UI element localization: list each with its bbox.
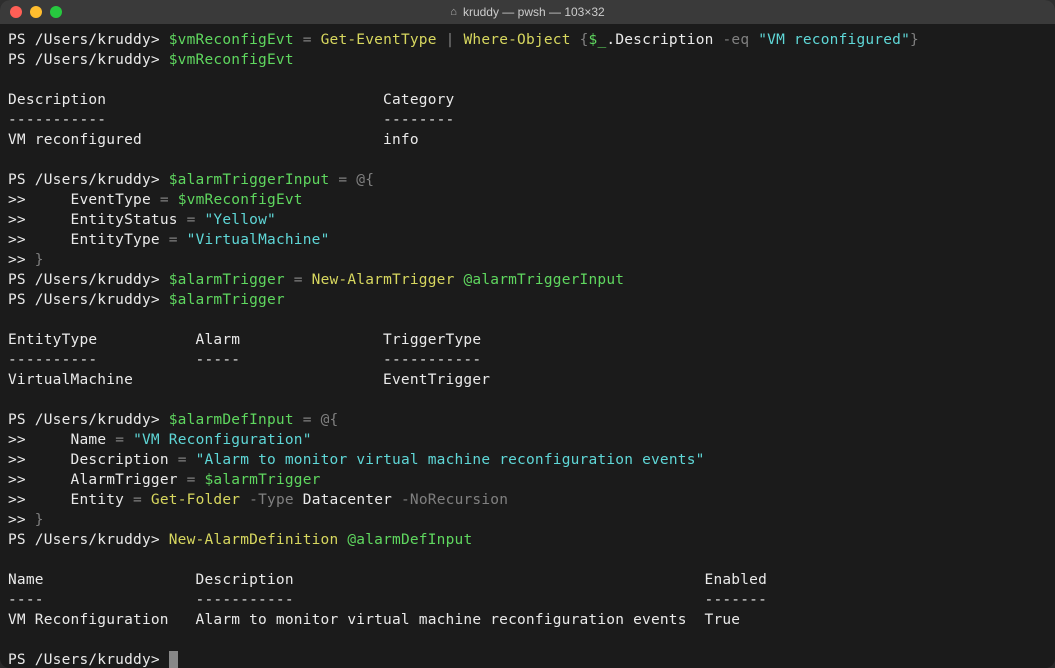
string: "VM reconfigured" <box>758 32 910 48</box>
variable: $alarmTrigger <box>205 472 321 488</box>
cmdlet: Where-Object <box>463 32 570 48</box>
prompt: PS /Users/kruddy> <box>8 652 169 668</box>
brace: { <box>571 32 589 48</box>
continuation: >> <box>8 432 26 448</box>
operator: -eq <box>722 32 749 48</box>
variable: $alarmTrigger <box>169 292 285 308</box>
hashtable-open: @{ <box>356 172 374 188</box>
hashtable-close: } <box>26 512 44 528</box>
titlebar: ⌂ kruddy — pwsh — 103×32 <box>0 0 1055 24</box>
splat: @alarmDefInput <box>347 532 472 548</box>
cmdlet: Get-Folder <box>151 492 240 508</box>
variable: $vmReconfigEvt <box>169 32 294 48</box>
variable: $alarmDefInput <box>169 412 294 428</box>
prompt: PS /Users/kruddy> <box>8 412 169 428</box>
string: "Alarm to monitor virtual machine reconf… <box>196 452 705 468</box>
hashtable-key: AlarmTrigger <box>71 472 187 488</box>
continuation: >> <box>8 252 26 268</box>
member: .Description <box>606 32 722 48</box>
cursor-icon <box>169 651 178 668</box>
terminal-content[interactable]: PS /Users/kruddy> $vmReconfigEvt = Get-E… <box>0 24 1055 668</box>
string: "VirtualMachine" <box>187 232 330 248</box>
hashtable-key: EntityStatus <box>71 212 187 228</box>
prompt: PS /Users/kruddy> <box>8 32 169 48</box>
hashtable-key: EntityType <box>71 232 169 248</box>
table-header: Description Category <box>8 92 455 108</box>
pipe: | <box>437 32 464 48</box>
variable: $alarmTrigger <box>169 272 285 288</box>
string: "Yellow" <box>205 212 276 228</box>
table-row: VM Reconfiguration Alarm to monitor virt… <box>8 612 740 628</box>
zoom-icon[interactable] <box>50 6 62 18</box>
continuation: >> <box>8 472 26 488</box>
hashtable-key: Description <box>71 452 178 468</box>
window-title-text: kruddy — pwsh — 103×32 <box>463 5 605 19</box>
window-title: ⌂ kruddy — pwsh — 103×32 <box>450 5 604 19</box>
variable: $alarmTriggerInput <box>169 172 330 188</box>
table-row: VirtualMachine EventTrigger <box>8 372 490 388</box>
string: "VM Reconfiguration" <box>133 432 312 448</box>
continuation: >> <box>8 452 26 468</box>
close-icon[interactable] <box>10 6 22 18</box>
splat: @alarmTriggerInput <box>463 272 624 288</box>
table-row: VM reconfigured info <box>8 132 419 148</box>
cmdlet: New-AlarmTrigger <box>312 272 455 288</box>
prompt: PS /Users/kruddy> <box>8 172 169 188</box>
table-header: EntityType Alarm TriggerType <box>8 332 481 348</box>
hashtable-key: Name <box>71 432 116 448</box>
table-divider: ---- ----------- ------- <box>8 592 767 608</box>
operator: = <box>294 32 321 48</box>
prompt: PS /Users/kruddy> <box>8 532 169 548</box>
parameter: -Type <box>240 492 294 508</box>
pipe-variable: $_ <box>589 32 607 48</box>
table-divider: ----------- -------- <box>8 112 455 128</box>
prompt: PS /Users/kruddy> <box>8 292 169 308</box>
minimize-icon[interactable] <box>30 6 42 18</box>
variable: $vmReconfigEvt <box>169 52 294 68</box>
hashtable-key: Entity <box>71 492 134 508</box>
table-divider: ---------- ----- ----------- <box>8 352 481 368</box>
continuation: >> <box>8 512 26 528</box>
argument: Datacenter <box>294 492 392 508</box>
continuation: >> <box>8 192 26 208</box>
continuation: >> <box>8 212 26 228</box>
home-icon: ⌂ <box>450 6 457 18</box>
terminal-window: ⌂ kruddy — pwsh — 103×32 PS /Users/krudd… <box>0 0 1055 668</box>
prompt: PS /Users/kruddy> <box>8 52 169 68</box>
hashtable-key: EventType <box>71 192 160 208</box>
continuation: >> <box>8 232 26 248</box>
hashtable-open: @{ <box>321 412 339 428</box>
cmdlet: Get-EventType <box>321 32 437 48</box>
brace: } <box>910 32 919 48</box>
parameter: -NoRecursion <box>392 492 508 508</box>
prompt: PS /Users/kruddy> <box>8 272 169 288</box>
variable: $vmReconfigEvt <box>178 192 303 208</box>
continuation: >> <box>8 492 26 508</box>
table-header: Name Description Enabled <box>8 572 767 588</box>
hashtable-close: } <box>26 252 44 268</box>
cmdlet: New-AlarmDefinition <box>169 532 339 548</box>
operator: = <box>330 172 357 188</box>
traffic-lights <box>10 6 62 18</box>
